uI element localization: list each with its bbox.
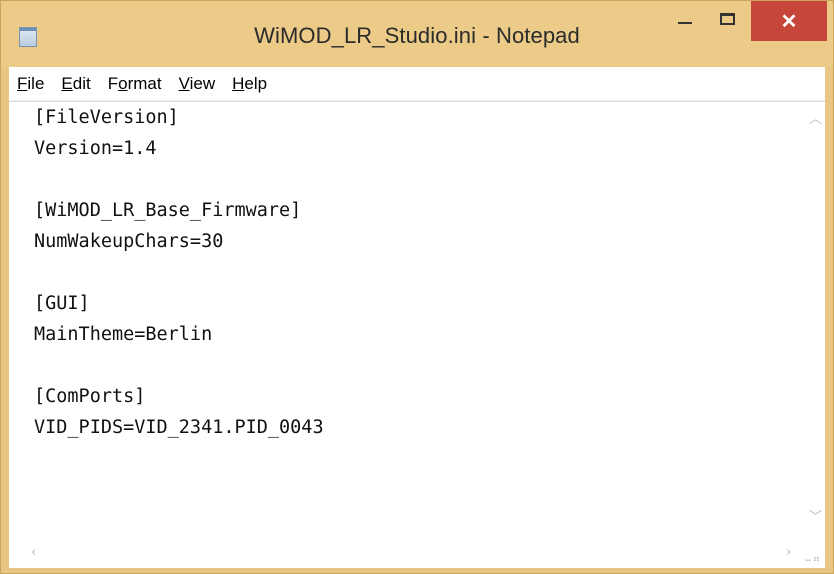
menu-edit[interactable]: Edit xyxy=(53,74,99,94)
text-line: VID_PIDS=VID_2341.PID_0043 xyxy=(34,417,324,438)
text-line xyxy=(9,257,804,288)
menu-help[interactable]: Help xyxy=(224,74,276,94)
horizontal-scrollbar[interactable]: ‹ › xyxy=(9,539,804,568)
text-line: [ComPorts] xyxy=(34,386,146,407)
text-content[interactable]: [FileVersion] Version=1.4 [WiMOD_LR_Base… xyxy=(9,102,804,539)
menu-bar: File Edit Format View Help xyxy=(9,67,825,101)
text-line: [FileVersion] xyxy=(34,107,179,128)
close-icon: ✕ xyxy=(780,10,798,33)
text-line xyxy=(9,164,804,195)
menu-file[interactable]: File xyxy=(9,74,53,94)
text-line: [WiMOD_LR_Base_Firmware] xyxy=(34,200,302,221)
minimize-button[interactable] xyxy=(665,1,705,37)
chevron-down-icon[interactable]: ﹀ xyxy=(809,506,822,525)
menu-format[interactable]: Format xyxy=(100,74,171,94)
text-line: [GUI] xyxy=(34,293,90,314)
chevron-left-icon[interactable]: ‹ xyxy=(31,545,36,560)
menu-view[interactable]: View xyxy=(171,74,225,94)
chevron-right-icon[interactable]: › xyxy=(786,545,791,560)
resize-grip-icon[interactable]: ⠤⠶ xyxy=(804,539,825,568)
notepad-window: WiMOD_LR_Studio.ini - Notepad ✕ File Edi… xyxy=(0,0,834,574)
maximize-button[interactable] xyxy=(707,1,747,37)
chevron-up-icon[interactable]: ︿ xyxy=(809,108,822,127)
close-button[interactable]: ✕ xyxy=(751,1,827,41)
title-bar[interactable]: WiMOD_LR_Studio.ini - Notepad ✕ xyxy=(1,1,833,67)
text-line xyxy=(9,350,804,381)
text-line: NumWakeupChars=30 xyxy=(34,231,224,252)
maximize-icon xyxy=(719,13,735,25)
editor-area[interactable]: [FileVersion] Version=1.4 [WiMOD_LR_Base… xyxy=(9,101,825,568)
text-line: Version=1.4 xyxy=(34,138,157,159)
minimize-icon xyxy=(678,22,692,24)
vertical-scrollbar[interactable]: ︿ ﹀ xyxy=(804,102,825,539)
text-line: MainTheme=Berlin xyxy=(34,324,213,345)
